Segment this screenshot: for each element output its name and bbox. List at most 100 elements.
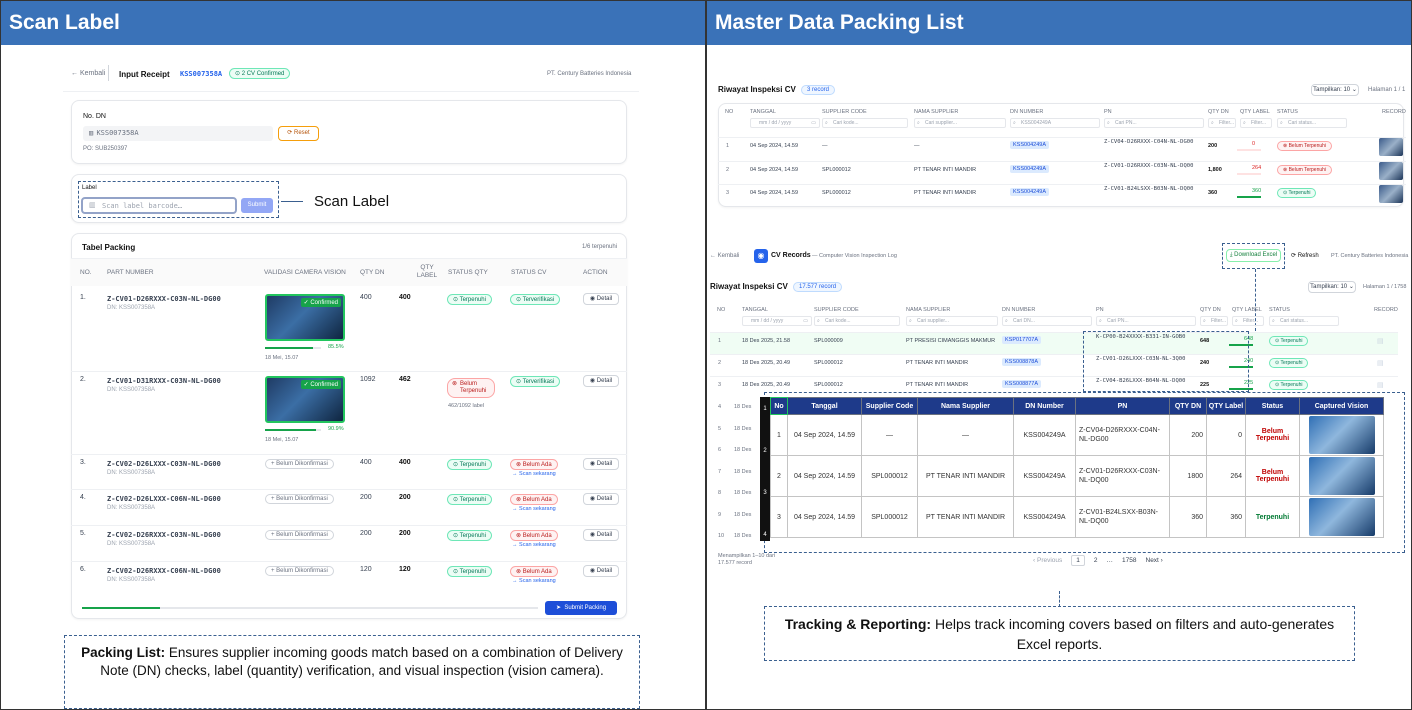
page-size-select[interactable]: Tampilkan: 10 ⌄ [1311, 84, 1359, 96]
part-number: Z-CV02-D26LXXX-C06N-NL-DG00 [107, 495, 221, 503]
filter-input[interactable]: ⌕ Filter... [1240, 118, 1272, 128]
back-link[interactable]: ← Kembali [71, 70, 105, 77]
check-circle-icon: ⊙ [453, 497, 459, 503]
dn-ref: DN: KSS007358A [107, 541, 156, 547]
excel-column-header: Supplier Code [861, 397, 918, 415]
filter-input[interactable]: ⌕ Cari status... [1269, 316, 1339, 326]
row-number: 4. [80, 494, 86, 501]
camera-capture[interactable]: ✓ Confirmed [265, 376, 345, 423]
page-link[interactable]: 1758 [1122, 557, 1136, 564]
filter-input[interactable]: mm / dd / yyyy ▭ [742, 316, 812, 326]
scan-now-link[interactable]: → Scan sekarang [512, 471, 556, 477]
qty-progress-bar [1237, 149, 1261, 151]
qty-dn: 200 [360, 530, 372, 537]
eye-icon: ◉ [589, 532, 596, 538]
search-icon: ⌕ [1272, 318, 1275, 324]
captured-vision-image[interactable] [1308, 416, 1375, 454]
date: 18 Des 2025, 21.58 [742, 338, 791, 344]
captured-vision-image[interactable] [1308, 457, 1375, 495]
barcode-icon: ▥ [89, 202, 96, 209]
filter-input[interactable]: ⌕ Cari status... [1277, 118, 1347, 128]
column-header: RECORD [1382, 109, 1406, 115]
part-number: Z-CV01-D26RXXX-C03N-NL-DG00 [107, 295, 221, 303]
dn-ref: DN: KSS007358A [107, 577, 156, 583]
excel-column-header: PN [1075, 397, 1170, 415]
qty-dn: 1092 [360, 376, 376, 383]
page-size-select[interactable]: Tampilkan: 10 ⌄ [1308, 281, 1356, 293]
filter-input[interactable]: ⌕ KSS004249A [1010, 118, 1100, 128]
image-icon[interactable]: ▤ [1377, 359, 1384, 367]
page-link[interactable]: Next › [1146, 557, 1163, 564]
captured-image-thumbnail[interactable] [1379, 185, 1403, 203]
captured-image-thumbnail[interactable] [1379, 138, 1403, 156]
filter-input[interactable]: ⌕ Cari kode... [822, 118, 908, 128]
detail-button[interactable]: ◉ Detail [583, 565, 619, 577]
detail-button[interactable]: ◉ Detail [583, 293, 619, 305]
page-link[interactable]: ‹ Previous [1033, 557, 1062, 564]
refresh-button[interactable]: ⟳ Refresh [1291, 252, 1319, 259]
dn-input[interactable]: ▥ KSS007358A [83, 126, 273, 141]
scan-input[interactable]: ▥ Scan label barcode… [81, 197, 237, 214]
search-icon: ⌕ [909, 318, 912, 324]
dn-number-tag[interactable]: KSS008877A [1002, 380, 1042, 388]
camera-capture[interactable]: ✓ Confirmed [265, 294, 345, 341]
column-header: QTY DN [1208, 109, 1229, 115]
excel-table: No Tanggal Supplier Code Nama Supplier DN Nu… [770, 397, 1384, 538]
page-link[interactable]: 2 [1094, 557, 1098, 564]
scan-label-panel: Scan Label ← Kembali Input Receipt KSS00… [0, 0, 706, 710]
back-link[interactable]: ← Kembali [710, 253, 739, 259]
tracking-note: Tracking & Reporting: Helps track incomi… [764, 606, 1355, 661]
image-icon[interactable]: ▤ [1377, 381, 1384, 389]
unconfirmed-badge: + Belum Dikonfirmasi [265, 530, 334, 540]
dn-number-tag[interactable]: KSS004249A [1010, 141, 1050, 149]
filter-input[interactable]: mm / dd / yyyy ▭ [750, 118, 820, 128]
filter-input[interactable]: ⌕ Filter... [1232, 316, 1264, 326]
detail-button[interactable]: ◉ Detail [583, 375, 619, 387]
record-count-badge: 17.577 record [793, 282, 843, 292]
dn-number-tag[interactable]: KSS004249A [1010, 164, 1050, 173]
row-number: 3. [80, 459, 86, 466]
filter-input[interactable]: ⌕ Cari supplier... [914, 118, 1006, 128]
dn-number-tag[interactable]: KSP017707A [1002, 336, 1042, 344]
captured-vision-image[interactable] [1308, 498, 1375, 536]
download-excel-button[interactable]: ⤓ Download Excel [1226, 249, 1281, 262]
date: 18 Des [734, 468, 752, 475]
captured-image-thumbnail[interactable] [1379, 161, 1403, 180]
qty-label: 120 [399, 566, 411, 573]
filter-input[interactable]: ⌕ Cari kode... [814, 316, 900, 326]
submit-packing-button[interactable]: ➤ Submit Packing [545, 601, 617, 615]
row-number: 1 [726, 143, 730, 149]
filter-input[interactable]: ⌕ Cari supplier... [906, 316, 998, 326]
check-circle-icon: ⊙ [453, 569, 459, 575]
dn-number-tag[interactable]: KSS008878A [1002, 358, 1042, 366]
app-subtitle: — Computer Vision Inspection Log [812, 253, 897, 259]
image-icon[interactable]: ▤ [1377, 337, 1384, 345]
detail-button[interactable]: ◉ Detail [583, 493, 619, 505]
filter-input[interactable]: ⌕ Filter... [1208, 118, 1236, 128]
reset-button[interactable]: ⟳ Reset [278, 126, 319, 141]
check-circle-icon: ⊙ [516, 297, 522, 303]
chevron-down-icon: ⌄ [1351, 87, 1357, 93]
cv-status-badge: ⊙ Terverifikasi [510, 294, 561, 305]
filter-input[interactable]: ⌕ Filter... [1200, 316, 1228, 326]
detail-button[interactable]: ◉ Detail [583, 458, 619, 470]
date: 18 Des [734, 533, 752, 539]
confirmed-badge: ✓ Confirmed [300, 380, 341, 389]
filter-input[interactable]: ⌕ Cari DN... [1002, 316, 1092, 326]
scan-now-link[interactable]: → Scan sekarang [512, 542, 556, 548]
scan-now-link[interactable]: → Scan sekarang [512, 506, 556, 512]
page-link[interactable]: … [1107, 557, 1114, 564]
qty-dn: 200 [360, 494, 372, 501]
filter-input[interactable]: ⌕ Cari PN... [1096, 316, 1196, 326]
excel-row-number: 3 [760, 457, 770, 499]
scan-submit-button[interactable]: Submit [241, 198, 273, 213]
check-circle-icon: ⊙ [1283, 190, 1288, 196]
column-header: STATUS [1269, 307, 1290, 313]
page-link[interactable]: 1 [1071, 555, 1085, 566]
excel-row-number: 4 [760, 499, 770, 541]
dn-number-tag[interactable]: KSS004249A [1010, 188, 1050, 196]
filter-input[interactable]: ⌕ Cari PN... [1104, 118, 1204, 128]
supplier-name: PT TENAR INTI MANDIR [914, 166, 977, 173]
detail-button[interactable]: ◉ Detail [583, 529, 619, 541]
scan-now-link[interactable]: → Scan sekarang [512, 578, 556, 584]
